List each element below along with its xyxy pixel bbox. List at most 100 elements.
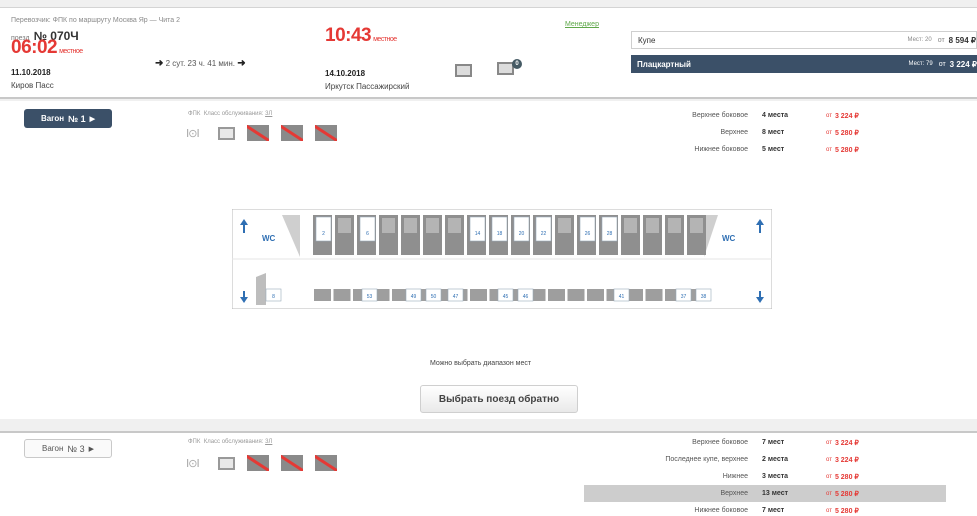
food-icon: Ⅰ⊙Ⅰ xyxy=(186,127,200,140)
fare-type: Верхнее боковое xyxy=(692,112,748,119)
fare-row[interactable]: Верхнее 8 мест от 5 280 ₽ xyxy=(584,124,946,141)
triangle-right-icon: ▶ xyxy=(88,445,94,453)
free-seat[interactable] xyxy=(535,216,552,242)
wagon-number: № 1 xyxy=(68,113,86,124)
wagon-number: № 3 xyxy=(67,443,85,454)
side-seat xyxy=(587,289,604,301)
fare-type: Верхнее xyxy=(720,490,748,497)
departure-date: 11.10.2018 xyxy=(11,68,51,77)
free-seat[interactable] xyxy=(513,216,530,242)
free-seat[interactable] xyxy=(579,216,596,242)
side-seat xyxy=(567,289,585,301)
seat-upper-part xyxy=(624,218,637,233)
wagon-select-button[interactable]: Вагон № 1 ▶ xyxy=(24,109,112,128)
seat-number: 47 xyxy=(453,294,459,300)
fare-price: 5 280 ₽ xyxy=(834,146,859,154)
fare-row[interactable]: Нижнее 3 места от 5 280 ₽ xyxy=(584,468,946,485)
fare-type: Нижнее боковое xyxy=(694,146,748,153)
carrier-route: Перевозчик: ФПК по маршруту Москва Яр — … xyxy=(11,17,181,24)
manager-link[interactable]: Менеджер xyxy=(565,21,599,28)
wagon-label: Вагон xyxy=(42,444,64,453)
fare-count: 3 места xyxy=(762,473,789,480)
side-seat xyxy=(470,289,487,301)
seat-number: 6 xyxy=(366,231,369,237)
amenities: Ⅰ⊙Ⅰ xyxy=(186,125,337,141)
fare-row[interactable]: Нижнее боковое 5 мест от 5 280 ₽ xyxy=(584,141,946,158)
seat-number: 26 xyxy=(585,231,591,237)
car-seat-scheme: WC WC 2 6 14 18 20 22 26 28 8 53 49 50 47 45 46 41 37 38 xyxy=(232,209,772,309)
fare-count: 2 места xyxy=(762,456,789,463)
arrival-date: 14.10.2018 xyxy=(325,69,366,78)
fare-count: 5 мест xyxy=(762,146,785,153)
departure-time-value: 06:02 xyxy=(11,37,58,58)
arrow-right-icon: ➜ xyxy=(237,58,246,69)
tv-icon xyxy=(218,126,235,140)
train-header: Перевозчик: ФПК по маршруту Москва Яр — … xyxy=(0,7,977,99)
amenities: Ⅰ⊙Ⅰ xyxy=(186,455,337,471)
duration-text: 2 сут. 23 ч. 41 мин. xyxy=(165,59,235,68)
free-seat[interactable] xyxy=(601,216,618,242)
fare-from: от xyxy=(826,507,832,514)
free-seat[interactable] xyxy=(491,216,508,242)
free-seat[interactable] xyxy=(359,216,376,242)
no-bedding-icon xyxy=(247,125,269,141)
arrival-station: Иркутск Пассажирский xyxy=(325,82,410,91)
range-note: Можно выбрать диапазон мест xyxy=(430,360,532,367)
fare-type: Нижнее боковое xyxy=(694,507,748,514)
seat-upper-part xyxy=(448,218,461,233)
seat-number: 49 xyxy=(411,294,417,300)
seat-number: 46 xyxy=(523,294,529,300)
side-seat xyxy=(333,289,351,301)
fare-row[interactable]: Верхнее боковое 7 мест от 3 224 ₽ xyxy=(584,434,946,451)
fare-type: Последнее купе, верхнее xyxy=(665,456,748,463)
fare-row[interactable]: Верхнее боковое 4 места от 3 224 ₽ xyxy=(584,107,946,124)
fare-row[interactable]: Нижнее боковое 7 мест от 5 280 ₽ xyxy=(584,502,946,516)
fare-price: 5 280 ₽ xyxy=(834,473,859,481)
no-pets-icon xyxy=(315,455,337,471)
fare-row-highlighted[interactable]: Верхнее 13 мест от 5 280 ₽ xyxy=(584,485,946,502)
food-icon: Ⅰ⊙Ⅰ xyxy=(186,457,200,470)
side-seat xyxy=(645,289,663,301)
service-class-code[interactable]: 3Л xyxy=(265,439,272,445)
fare-price: 5 280 ₽ xyxy=(834,490,859,498)
fare-from: от xyxy=(826,129,832,136)
tv-icon xyxy=(455,64,472,77)
class-option-platskart[interactable]: Плацкартный Мест: 79 от 3 224 ₽ xyxy=(631,55,977,73)
seat-number: 20 xyxy=(519,231,525,237)
free-seat[interactable] xyxy=(469,216,486,242)
fare-count: 7 мест xyxy=(762,507,785,514)
free-seat[interactable] xyxy=(315,216,332,242)
departure-time: 06:02 местное xyxy=(11,37,83,59)
fare-type: Нижнее xyxy=(722,473,748,480)
fare-type: Верхнее xyxy=(720,129,748,136)
service-class-label: Класс обслуживания: xyxy=(203,111,264,117)
fare-price: 5 280 ₽ xyxy=(834,129,859,137)
seat-number: 18 xyxy=(497,231,503,237)
seat-upper-part xyxy=(338,218,351,233)
fare-from: от xyxy=(826,112,832,119)
seat-number: 38 xyxy=(701,294,707,300)
class-option-kupe[interactable]: Купе Мест: 20 от 8 594 ₽ xyxy=(631,31,977,49)
wagon-select-button[interactable]: Вагон № 3 ▶ xyxy=(24,439,112,458)
seat-upper-part xyxy=(404,218,417,233)
seat-number: 14 xyxy=(475,231,481,237)
no-ac-icon xyxy=(281,125,303,141)
no-pets-icon xyxy=(315,125,337,141)
seat-number: 45 xyxy=(503,294,509,300)
service-class-label: Класс обслуживания: xyxy=(203,439,264,445)
departure-station: Киров Пасс xyxy=(11,81,54,90)
fare-price: 3 224 ₽ xyxy=(834,439,859,447)
travel-duration: ➜ 2 сут. 23 ч. 41 мин. ➜ xyxy=(155,58,246,69)
class-price: 3 224 ₽ xyxy=(949,59,977,69)
no-bedding-icon xyxy=(247,455,269,471)
service-class-code[interactable]: 3Л xyxy=(265,111,272,117)
class-from: от xyxy=(937,36,945,44)
seat-upper-part xyxy=(426,218,439,233)
arrival-time: 10:43 местное xyxy=(325,25,397,47)
fare-row[interactable]: Последнее купе, верхнее 2 места от 3 224 ₽ xyxy=(584,451,946,468)
seat-number: 41 xyxy=(619,294,625,300)
seat-number: 22 xyxy=(541,231,547,237)
return-train-button[interactable]: Выбрать поезд обратно xyxy=(420,385,578,413)
side-seat xyxy=(314,289,331,301)
fare-price: 3 224 ₽ xyxy=(834,112,859,120)
